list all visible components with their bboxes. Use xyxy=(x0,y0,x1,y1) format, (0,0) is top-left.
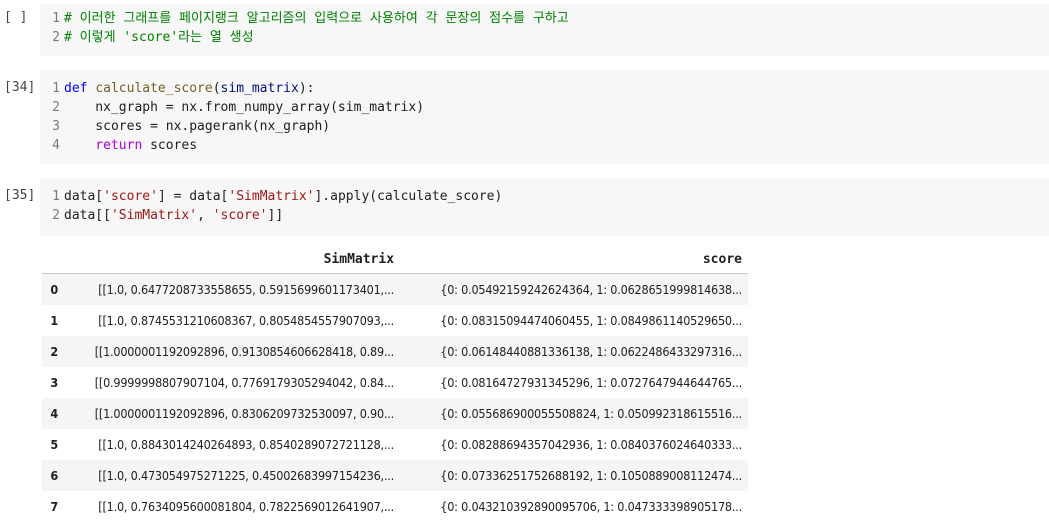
row-index: 4 xyxy=(42,398,67,429)
code-text: nx_graph = nx.from_numpy_array(sim_matri… xyxy=(64,100,425,115)
code-line: 1 def calculate_score(sim_matrix): xyxy=(40,79,314,98)
line-number: 1 xyxy=(52,189,60,204)
table-row: 1 [[1.0, 0.8745531210608367, 0.8054854557… xyxy=(42,305,748,336)
table-row: 7 [[1.0, 0.7634095600081804, 0.7822569012… xyxy=(42,491,748,522)
string-literal: 'score' xyxy=(103,189,158,204)
code-text: ].apply(calculate_score) xyxy=(314,189,503,204)
keyword-def: def xyxy=(64,81,88,96)
score-cell: {0: 0.08288694357042936, 1: 0.0840376024… xyxy=(440,437,742,452)
function-name: calculate_score xyxy=(95,81,213,96)
parameter: sim_matrix xyxy=(220,81,299,96)
score-cell: {0: 0.05492159242624364, 1: 0.0628651999… xyxy=(400,273,748,305)
code-line: 2 # 이렇게 'score'라는 열 생성 xyxy=(40,28,254,47)
code-line: 1 data['score'] = data['SimMatrix'].apply… xyxy=(40,187,502,206)
line-number: 1 xyxy=(52,81,60,96)
execution-count[interactable]: [ ] xyxy=(0,4,40,56)
row-index: 1 xyxy=(50,313,58,328)
execution-count[interactable]: [35] xyxy=(0,178,40,236)
keyword-return: return xyxy=(95,138,143,153)
row-index: 7 xyxy=(50,499,58,514)
comment: # 이러한 그래프를 페이지랭크 알고리즘의 입력으로 사용하여 각 문장의 점… xyxy=(64,11,569,26)
index-header xyxy=(42,246,67,274)
line-number: 2 xyxy=(52,208,60,223)
code-line: 4 return scores xyxy=(40,136,197,155)
line-number: 2 xyxy=(52,30,60,45)
code-editor[interactable]: 1 # 이러한 그래프를 페이지랭크 알고리즘의 입력으로 사용하여 각 문장의 … xyxy=(40,4,1049,56)
table-row: 4 [[1.0000001192092896, 0.830620973253009… xyxy=(42,398,748,429)
code-cell-2[interactable]: [34] 1 def calculate_score(sim_matrix): 2… xyxy=(0,70,1049,164)
row-index: 3 xyxy=(50,375,58,390)
score-cell: {0: 0.08164727931345296, 1: 0.0727647944… xyxy=(440,375,742,390)
line-number: 2 xyxy=(52,100,60,115)
column-header-simmatrix: SimMatrix xyxy=(66,246,401,274)
row-index: 5 xyxy=(50,437,58,452)
code-line: 2 data[['SimMatrix', 'score']] xyxy=(40,206,283,225)
line-number: 1 xyxy=(52,11,60,26)
score-cell: {0: 0.06148440881336138, 1: 0.0622486433… xyxy=(400,336,748,367)
row-index: 0 xyxy=(42,273,67,305)
code-cell-3[interactable]: [35] 1 data['score'] = data['SimMatrix'].… xyxy=(0,178,1049,236)
code-editor[interactable]: 1 data['score'] = data['SimMatrix'].apply… xyxy=(40,178,1049,236)
table-row: 3 [[0.9999998807907104, 0.776917930529404… xyxy=(42,367,748,398)
code-text: data[[ xyxy=(64,208,111,223)
table-row: 0 [[1.0, 0.6477208733558655, 0.5915699601… xyxy=(42,273,748,305)
dataframe-table: SimMatrix score 0 [[1.0, 0.64772087335586… xyxy=(42,246,748,522)
string-literal: 'SimMatrix' xyxy=(228,189,315,204)
score-cell: {0: 0.07336251752688192, 1: 0.1050889008… xyxy=(400,460,748,491)
line-number: 3 xyxy=(52,119,60,134)
code-text: , xyxy=(197,208,213,223)
string-literal: 'SimMatrix' xyxy=(110,208,198,223)
score-cell: {0: 0.08315094474060455, 1: 0.0849861140… xyxy=(440,313,742,328)
punctuation: ): xyxy=(298,81,315,96)
table-header-row: SimMatrix score xyxy=(42,246,748,274)
code-text: ]] xyxy=(267,208,284,223)
simmatrix-cell: [[0.9999998807907104, 0.7769179305294042… xyxy=(94,375,395,390)
simmatrix-cell: [[1.0, 0.6477208733558655, 0.59156996011… xyxy=(66,273,401,305)
row-index: 2 xyxy=(42,336,67,367)
code-text: scores xyxy=(142,138,198,153)
simmatrix-cell: [[1.0, 0.8843014240264893, 0.85402890727… xyxy=(98,437,395,452)
code-text: data[ xyxy=(64,189,104,204)
simmatrix-cell: [[1.0, 0.8745531210608367, 0.80548545579… xyxy=(98,313,395,328)
line-number: 4 xyxy=(52,138,60,153)
column-header-score: score xyxy=(400,246,748,274)
simmatrix-cell: [[1.0000001192092896, 0.9130854606628418… xyxy=(66,336,401,367)
simmatrix-cell: [[1.0, 0.7634095600081804, 0.78225690126… xyxy=(98,499,395,514)
row-index: 6 xyxy=(42,460,67,491)
code-editor[interactable]: 1 def calculate_score(sim_matrix): 2 nx_g… xyxy=(40,70,1049,164)
code-line: 3 scores = nx.pagerank(nx_graph) xyxy=(40,117,330,136)
code-line: 1 # 이러한 그래프를 페이지랭크 알고리즘의 입력으로 사용하여 각 문장의 … xyxy=(40,9,569,28)
table-row: 2 [[1.0000001192092896, 0.913085460662841… xyxy=(42,336,748,367)
table-row: 6 [[1.0, 0.473054975271225, 0.45002683997… xyxy=(42,460,748,491)
table-row: 5 [[1.0, 0.8843014240264893, 0.8540289072… xyxy=(42,429,748,460)
simmatrix-cell: [[1.0, 0.473054975271225, 0.450026839971… xyxy=(66,460,401,491)
code-text: scores = nx.pagerank(nx_graph) xyxy=(64,119,331,134)
code-text: ] = data[ xyxy=(157,189,229,204)
comment: # 이렇게 'score'라는 열 생성 xyxy=(64,30,254,45)
code-cell-1[interactable]: [ ] 1 # 이러한 그래프를 페이지랭크 알고리즘의 입력으로 사용하여 각 … xyxy=(0,4,1049,56)
execution-count[interactable]: [34] xyxy=(0,70,40,164)
simmatrix-cell: [[1.0000001192092896, 0.8306209732530097… xyxy=(66,398,401,429)
score-cell: {0: 0.043210392890095706, 1: 0.047333398… xyxy=(440,499,742,514)
code-line: 2 nx_graph = nx.from_numpy_array(sim_mat… xyxy=(40,98,424,117)
score-cell: {0: 0.055686900055508824, 1: 0.050992318… xyxy=(400,398,748,429)
string-literal: 'score' xyxy=(212,208,268,223)
cell-output: SimMatrix score 0 [[1.0, 0.64772087335586… xyxy=(42,246,750,522)
